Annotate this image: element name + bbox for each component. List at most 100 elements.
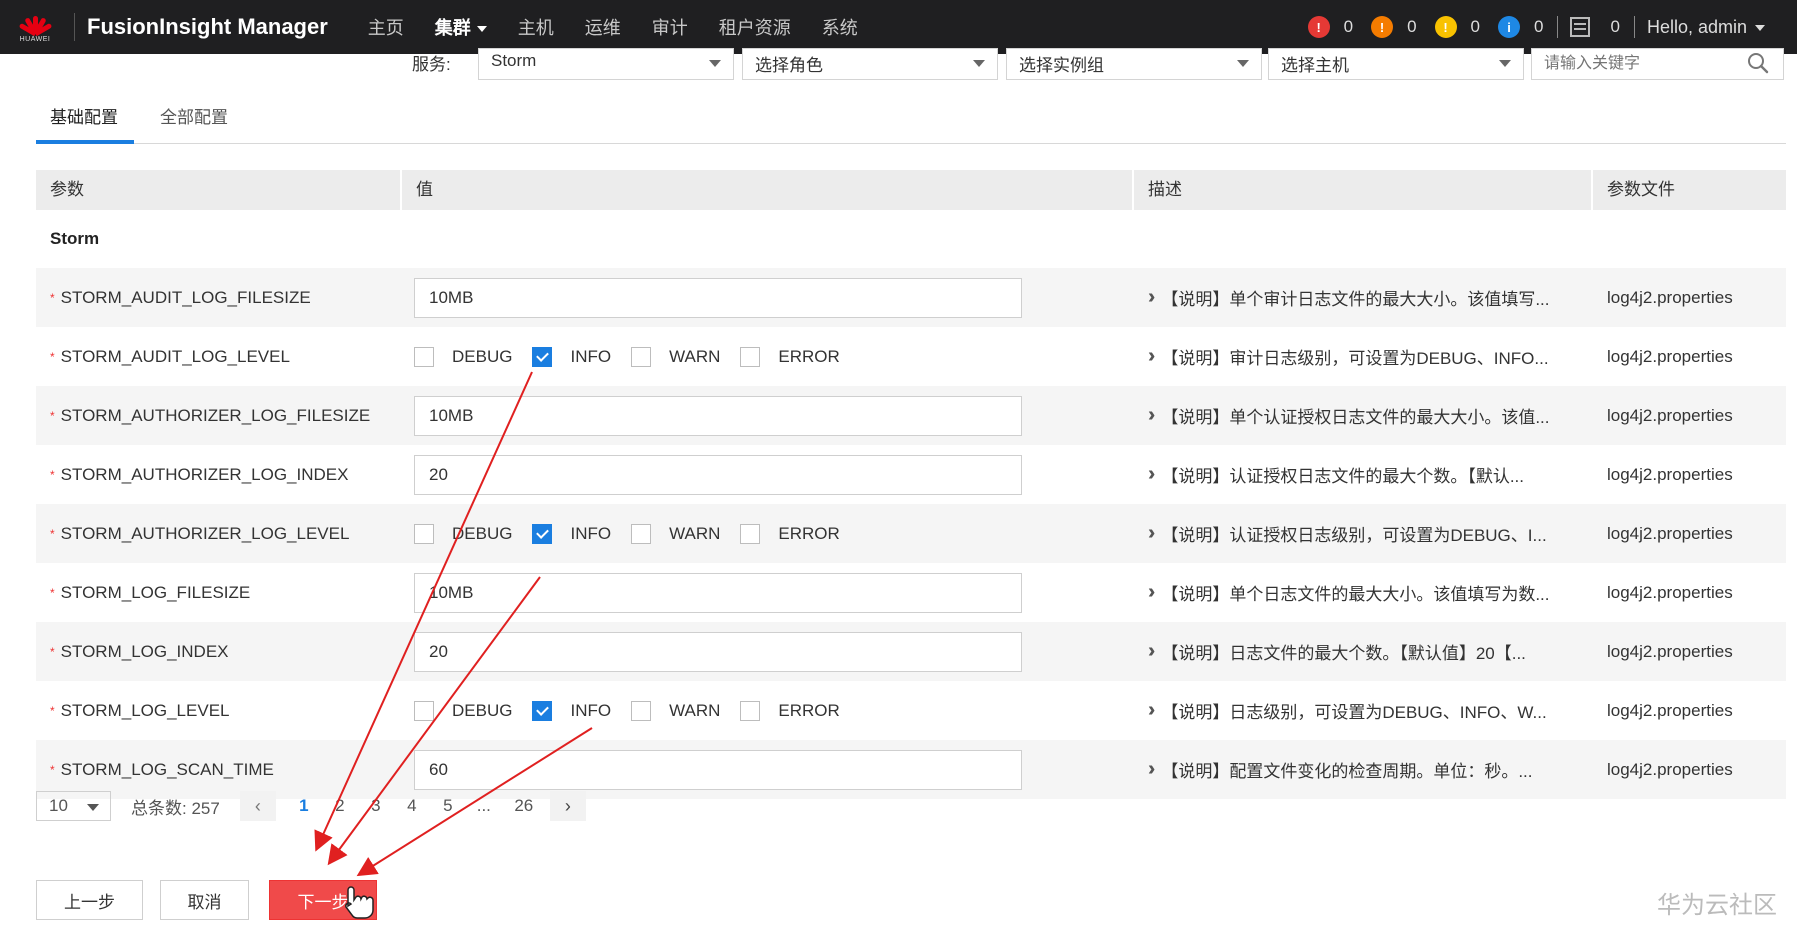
previous-step-button[interactable]: 上一步 bbox=[36, 880, 143, 920]
expand-description-icon[interactable]: ›› bbox=[1148, 699, 1157, 722]
column-header-value: 值 bbox=[402, 170, 1134, 210]
minor-alarm-icon: ! bbox=[1434, 16, 1457, 38]
param-name-cell: * STORM_LOG_SCAN_TIME bbox=[36, 760, 402, 780]
config-tabs: 基础配置 全部配置 bbox=[36, 106, 1786, 144]
page-number[interactable]: 2 bbox=[322, 796, 358, 816]
chevron-down-icon bbox=[1755, 24, 1765, 31]
column-header-param-file: 参数文件 bbox=[1607, 180, 1675, 199]
param-name: STORM_AUTHORIZER_LOG_LEVEL bbox=[60, 523, 350, 543]
expand-description-icon[interactable]: ›› bbox=[1148, 522, 1157, 545]
critical-alarm[interactable]: ! 0 bbox=[1307, 16, 1353, 38]
prev-page-button[interactable]: ‹ bbox=[239, 791, 276, 821]
checkbox-warn[interactable] bbox=[631, 346, 652, 367]
minor-alarm[interactable]: ! 0 bbox=[1434, 16, 1481, 38]
expand-description-icon[interactable]: ›› bbox=[1148, 404, 1157, 427]
table-row: * STORM_AUTHORIZER_LOG_INDEX 20 ›› 【说明】认证授权日… bbox=[36, 445, 1786, 504]
param-value-input[interactable]: 10MB bbox=[414, 572, 1022, 613]
header-divider bbox=[74, 13, 75, 41]
checkbox-label: ERROR bbox=[778, 523, 840, 543]
required-marker-icon: * bbox=[50, 527, 55, 542]
nav-item[interactable]: 审计 bbox=[652, 14, 688, 40]
next-page-button[interactable]: › bbox=[549, 791, 586, 821]
expand-description-icon[interactable]: ›› bbox=[1148, 463, 1157, 486]
checkbox-info[interactable] bbox=[532, 523, 553, 544]
host-select[interactable]: 选择主机 bbox=[1268, 48, 1524, 80]
chevron-down-icon bbox=[973, 60, 985, 67]
checkbox-debug[interactable] bbox=[414, 523, 434, 544]
search-icon[interactable] bbox=[1747, 52, 1769, 74]
param-file: log4j2.properties bbox=[1607, 523, 1733, 543]
param-description: 【说明】日志级别，可设置为DEBUG、INFO、W... bbox=[1161, 703, 1547, 722]
param-description: 【说明】认证授权日志文件的最大个数。【默认... bbox=[1161, 467, 1524, 486]
checkbox-label: DEBUG bbox=[452, 523, 513, 543]
chevron-down-icon bbox=[1237, 60, 1249, 67]
checkbox-error[interactable] bbox=[740, 523, 761, 544]
checkbox-debug[interactable] bbox=[414, 700, 434, 721]
watermark: 华为云社区 bbox=[1657, 892, 1777, 919]
param-value-input[interactable]: 10MB bbox=[414, 395, 1022, 436]
checkbox-label: INFO bbox=[570, 700, 612, 720]
config-table: 参数 值 描述 参数文件 Storm * STORM_AUDIT_LOG_FILE… bbox=[36, 170, 1786, 799]
page-size-select[interactable]: 10 bbox=[36, 791, 111, 821]
param-value-input[interactable]: 60 bbox=[414, 749, 1022, 790]
checkbox-debug[interactable] bbox=[414, 346, 434, 367]
table-row: * STORM_LOG_FILESIZE 10MB ›› 【说明】单个日志文件的最大大小… bbox=[36, 563, 1786, 622]
instance-group-select[interactable]: 选择实例组 bbox=[1006, 48, 1262, 80]
checkbox-label: WARN bbox=[669, 346, 721, 366]
info-alarm-count: 0 bbox=[1534, 17, 1544, 36]
task-list-icon[interactable] bbox=[1570, 17, 1591, 37]
next-step-button[interactable]: 下一步 bbox=[269, 880, 377, 920]
service-select[interactable]: Storm bbox=[478, 48, 734, 80]
nav-item-label: 运维 bbox=[584, 18, 621, 38]
page-number[interactable]: 5 bbox=[430, 796, 466, 816]
nav-item[interactable]: 主页 bbox=[368, 14, 404, 40]
cancel-button[interactable]: 取消 bbox=[160, 880, 249, 920]
checkbox-info[interactable] bbox=[532, 700, 553, 721]
param-value-cell: 10MB bbox=[402, 268, 1134, 327]
page-number[interactable]: 1 bbox=[286, 796, 322, 816]
param-value-cell: DEBUG INFO WARN ERROR bbox=[402, 681, 1134, 740]
param-name-cell: * STORM_AUDIT_LOG_LEVEL bbox=[36, 347, 402, 367]
expand-description-icon[interactable]: ›› bbox=[1148, 758, 1157, 781]
checkbox-info[interactable] bbox=[532, 346, 553, 367]
user-menu[interactable]: Hello, admin bbox=[1647, 17, 1765, 38]
huawei-logo[interactable]: HUAWEI bbox=[0, 0, 70, 54]
chevron-down-icon bbox=[87, 804, 99, 811]
table-header: 参数 值 描述 参数文件 bbox=[36, 170, 1786, 210]
total-count: 总条数: 257 bbox=[131, 798, 220, 818]
checkbox-warn[interactable] bbox=[631, 700, 652, 721]
tab-all-config[interactable]: 全部配置 bbox=[160, 106, 228, 144]
param-value-input[interactable]: 20 bbox=[414, 454, 1022, 495]
expand-description-icon[interactable]: ›› bbox=[1148, 345, 1157, 368]
service-select-value: Storm bbox=[491, 51, 537, 70]
page-number[interactable]: 3 bbox=[358, 796, 394, 816]
tab-basic-config[interactable]: 基础配置 bbox=[36, 106, 134, 144]
user-separator bbox=[1633, 16, 1635, 38]
page-number[interactable]: 26 bbox=[506, 796, 542, 816]
nav-item[interactable]: 租户资源 bbox=[719, 14, 791, 40]
param-value-input[interactable]: 20 bbox=[414, 631, 1022, 672]
major-alarm[interactable]: ! 0 bbox=[1371, 16, 1417, 38]
expand-description-icon[interactable]: ›› bbox=[1148, 581, 1157, 604]
param-value-cell: DEBUG INFO WARN ERROR bbox=[402, 327, 1134, 386]
info-alarm[interactable]: i0 bbox=[1498, 16, 1543, 38]
checkbox-error[interactable] bbox=[740, 346, 761, 367]
expand-description-icon[interactable]: ›› bbox=[1148, 640, 1157, 663]
checkbox-error[interactable] bbox=[740, 700, 761, 721]
nav-item[interactable]: 主机 bbox=[518, 14, 554, 40]
nav-item[interactable]: 系统 bbox=[822, 14, 858, 40]
nav-item[interactable]: 集群 bbox=[435, 14, 487, 40]
minor-alarm-count: 0 bbox=[1470, 17, 1481, 36]
checkbox-warn[interactable] bbox=[631, 523, 652, 544]
param-file: log4j2.properties bbox=[1607, 641, 1733, 661]
param-description-cell: ›› 【说明】单个认证授权日志文件的最大大小。该值... bbox=[1134, 403, 1593, 428]
page-number[interactable]: 4 bbox=[394, 796, 430, 816]
info-alarm-icon: i bbox=[1498, 16, 1521, 38]
nav-item[interactable]: 运维 bbox=[585, 14, 621, 40]
role-select[interactable]: 选择角色 bbox=[742, 48, 998, 80]
param-value-input[interactable]: 10MB bbox=[414, 277, 1022, 318]
expand-description-icon[interactable]: ›› bbox=[1148, 286, 1157, 309]
param-description: 【说明】单个认证授权日志文件的最大大小。该值... bbox=[1161, 408, 1550, 427]
table-row: * STORM_AUDIT_LOG_LEVEL DEBUG INFO WARN ERROR… bbox=[36, 327, 1786, 386]
main-nav: 主页 集群 主机 运维 审计 租户资源 系统 bbox=[368, 14, 889, 40]
